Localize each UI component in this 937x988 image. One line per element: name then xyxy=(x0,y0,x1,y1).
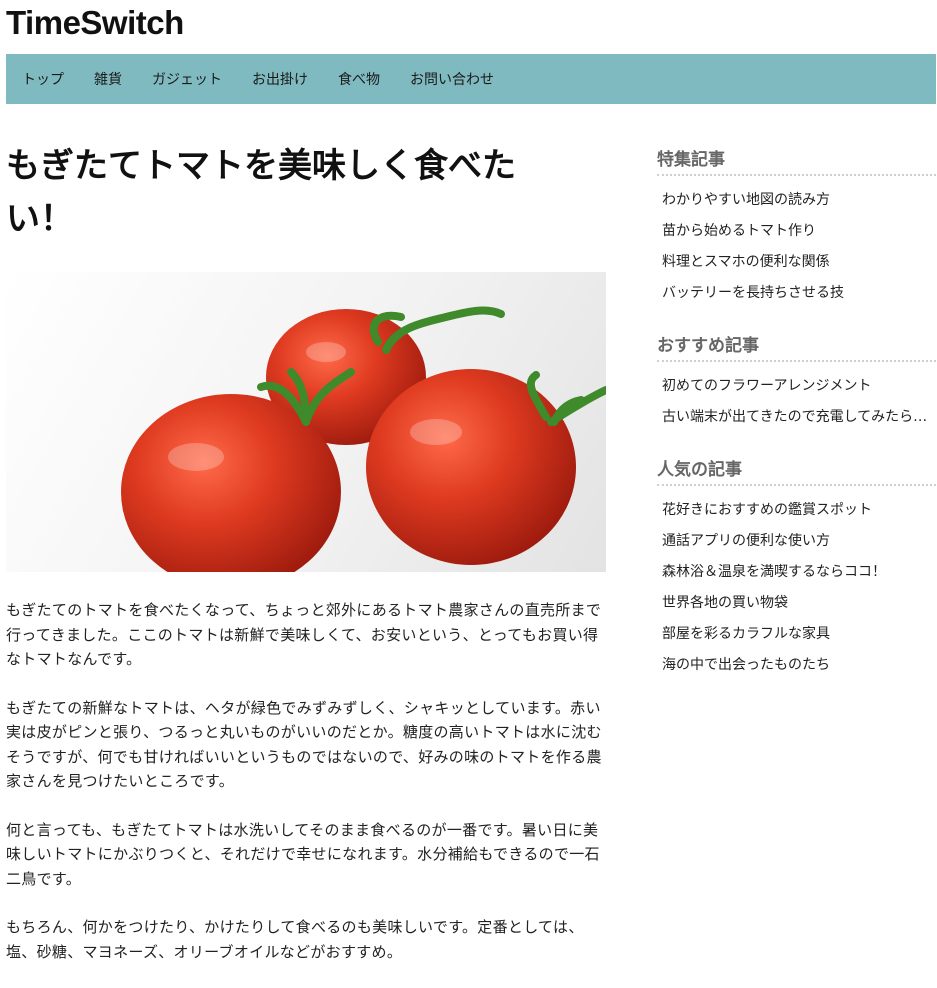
sidebar: 特集記事 わかりやすい地図の読み方 苗から始めるトマト作り 料理とスマホの便利な… xyxy=(657,145,936,703)
sidebar-link[interactable]: 料理とスマホの便利な関係 xyxy=(657,247,936,278)
sidebar-link[interactable]: 海の中で出会ったものたち xyxy=(657,650,936,681)
nav-item-outing[interactable]: お出掛け xyxy=(252,69,308,89)
article-paragraph: もぎたてのトマトを食べたくなって、ちょっと郊外にあるトマト農家さんの直売所まで行… xyxy=(6,601,602,668)
popular-section: 人気の記事 花好きにおすすめの鑑賞スポット 通話アプリの便利な使い方 森林浴＆温… xyxy=(657,455,936,681)
article-paragraph: もぎたての新鮮なトマトは、ヘタが緑色でみずみずしく、シャキッとしています。赤い実… xyxy=(6,698,602,791)
sidebar-link[interactable]: わかりやすい地図の読み方 xyxy=(657,185,936,216)
sidebar-link[interactable]: 世界各地の買い物袋 xyxy=(657,588,936,619)
nav-item-gadget[interactable]: ガジェット xyxy=(152,69,222,89)
nav-item-top[interactable]: トップ xyxy=(22,69,64,89)
article-paragraph: 何と言っても、もぎたてトマトは水洗いしてそのまま食べるのが一番です。暑い日に美味… xyxy=(6,820,600,888)
sidebar-link[interactable]: 古い端末が出てきたので充電してみたら… xyxy=(657,402,936,433)
article: もぎたてトマトを美味しく食べたい！ もぎたてのトマトを食べたくなって、ちょっと郊… xyxy=(6,140,606,988)
tomato-photo xyxy=(6,272,606,572)
article-body: もぎたてのトマトを食べたくなって、ちょっと郊外にあるトマト農家さんの直売所まで行… xyxy=(6,598,606,964)
nav-item-contact[interactable]: お問い合わせ xyxy=(410,69,494,89)
recommended-heading: おすすめ記事 xyxy=(657,331,936,362)
article-paragraph: もちろん、何かをつけたり、かけたりして食べるのも美味しいです。定番としては、塩、… xyxy=(6,918,584,961)
sidebar-link[interactable]: 花好きにおすすめの鑑賞スポット xyxy=(657,495,936,526)
recommended-section: おすすめ記事 初めてのフラワーアレンジメント 古い端末が出てきたので充電してみた… xyxy=(657,331,936,433)
main-nav: トップ 雑貨 ガジェット お出掛け 食べ物 お問い合わせ xyxy=(6,54,936,104)
popular-heading: 人気の記事 xyxy=(657,455,936,486)
article-title: もぎたてトマトを美味しく食べたい！ xyxy=(6,146,516,239)
sidebar-link[interactable]: 初めてのフラワーアレンジメント xyxy=(657,371,936,402)
featured-heading: 特集記事 xyxy=(657,145,936,176)
sidebar-link[interactable]: 苗から始めるトマト作り xyxy=(657,216,936,247)
nav-item-goods[interactable]: 雑貨 xyxy=(94,69,122,89)
sidebar-link[interactable]: 森林浴＆温泉を満喫するならココ！ xyxy=(657,557,936,588)
nav-item-food[interactable]: 食べ物 xyxy=(338,69,380,89)
site-title[interactable]: TimeSwitch xyxy=(6,4,184,42)
sidebar-link[interactable]: 部屋を彩るカラフルな家具 xyxy=(657,619,936,650)
sidebar-link[interactable]: 通話アプリの便利な使い方 xyxy=(657,526,936,557)
featured-section: 特集記事 わかりやすい地図の読み方 苗から始めるトマト作り 料理とスマホの便利な… xyxy=(657,145,936,309)
sidebar-link[interactable]: バッテリーを長持ちさせる技 xyxy=(657,278,936,309)
